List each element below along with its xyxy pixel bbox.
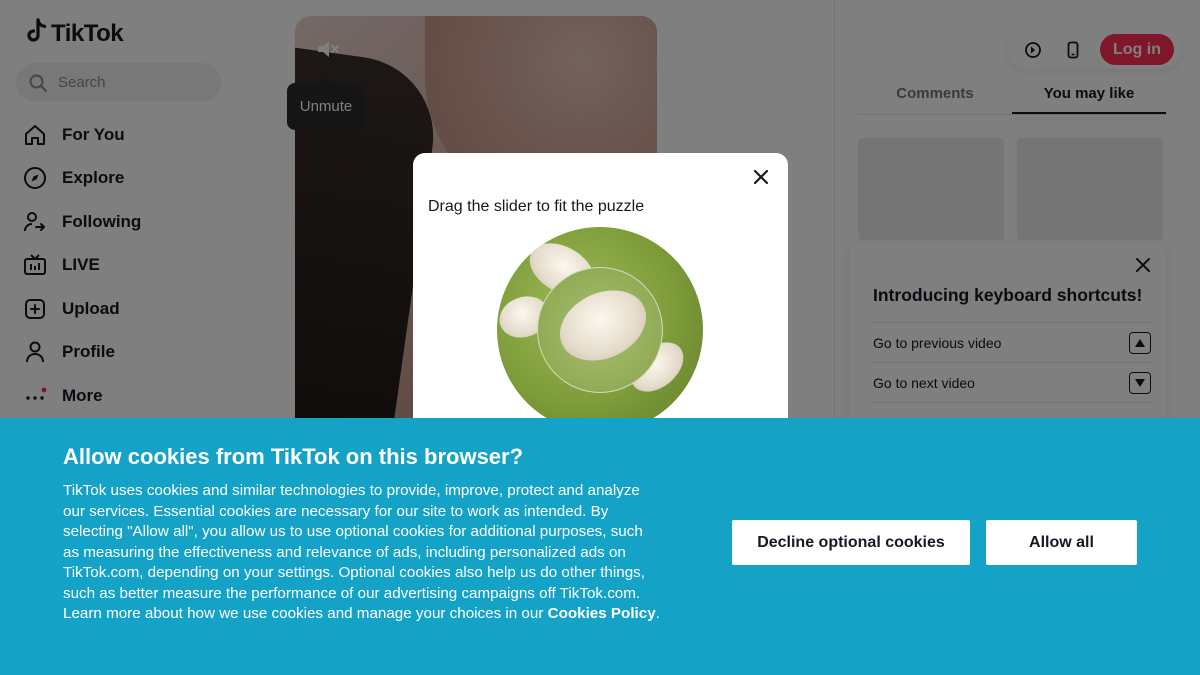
decline-cookies-button[interactable]: Decline optional cookies: [732, 520, 970, 565]
captcha-dialog: Drag the slider to fit the puzzle: [413, 153, 788, 453]
cookies-policy-link[interactable]: Cookies Policy: [548, 605, 656, 622]
cookie-text-end: .: [655, 605, 660, 622]
cookie-body: TikTok uses cookies and similar technolo…: [63, 481, 663, 625]
cookie-banner: Allow cookies from TikTok on this browse…: [0, 418, 1200, 675]
puzzle-image: [497, 227, 703, 433]
captcha-instruction: Drag the slider to fit the puzzle: [428, 198, 645, 215]
allow-all-button[interactable]: Allow all: [986, 520, 1137, 565]
cookie-title: Allow cookies from TikTok on this browse…: [63, 444, 524, 469]
lamb-shape: [548, 277, 658, 374]
cookie-text: TikTok uses cookies and similar technolo…: [63, 482, 645, 622]
close-icon[interactable]: [753, 169, 769, 190]
puzzle-piece[interactable]: [537, 267, 663, 393]
